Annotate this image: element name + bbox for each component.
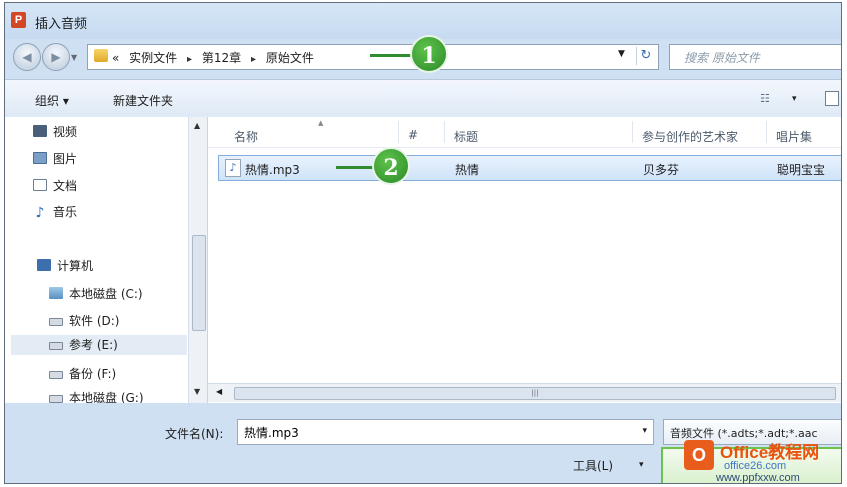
scrollbar-thumb[interactable] [192,235,206,331]
nav-item-label: 备份 (F:) [69,367,117,381]
sort-ascending-icon: ▲ [318,119,324,127]
callout-badge-1: 1 [410,35,448,73]
scrollbar-thumb[interactable]: ||| [234,387,836,400]
scroll-up-icon[interactable]: ▲ [194,121,200,130]
address-bar[interactable]: « 实例文件 ▸ 第12章 ▸ 原始文件 ▼ ↻ [87,44,659,70]
callout-line [370,54,414,57]
new-folder-button[interactable]: 新建文件夹 [113,92,173,109]
view-options-icon[interactable]: ☷ [760,92,774,105]
breadcrumb-item[interactable]: 原始文件 [266,51,314,65]
pictures-library-icon [33,152,47,164]
powerpoint-icon: P [11,12,26,28]
column-header-name[interactable]: 名称 [234,128,258,145]
navigation-scrollbar[interactable]: ▲ ▼ [189,117,208,403]
audio-file-icon: ♪ [225,159,241,177]
nav-item-label: 计算机 [57,259,94,273]
back-button[interactable]: ◀ [13,43,41,71]
dialog-title: 插入音频 [35,17,88,32]
breadcrumb-overflow[interactable]: « [112,51,119,65]
nav-item-drive-d[interactable]: 软件 (D:) [49,312,119,332]
local-disk-icon [49,287,63,299]
preview-pane-icon[interactable] [825,91,839,106]
nav-item-videos[interactable]: 视频 [33,123,77,143]
drive-icon [49,342,63,350]
file-album: 聪明宝宝 [777,163,826,177]
forward-button[interactable]: ▶ [42,43,70,71]
column-header-number[interactable]: # [408,128,418,142]
video-library-icon [33,125,47,137]
column-divider[interactable] [444,121,445,143]
nav-item-label: 软件 (D:) [69,314,120,328]
breadcrumb-item[interactable]: 第12章 [202,51,241,65]
nav-item-label: 本地磁盘 (G:) [69,391,144,403]
column-header-artist[interactable]: 参与创作的艺术家 [642,128,738,145]
nav-item-label: 音乐 [53,205,78,219]
folder-icon [94,49,108,62]
drive-icon [49,395,63,403]
watermark-subtitle: office26.com [724,460,787,472]
organize-button[interactable]: 组织 ▾ [35,92,69,109]
tools-button[interactable]: 工具(L) [573,457,613,474]
view-dropdown-icon[interactable]: ▾ [792,94,797,104]
command-bar: 组织 ▾ 新建文件夹 ☷ ▾ [5,79,841,119]
scroll-left-icon[interactable]: ◀ [216,387,222,396]
browser-area: 视频 图片 文档 ♪ 音乐 计算机 本地磁盘 (C:) 软件 (D:) 参考 (E… [5,117,841,403]
breadcrumb-separator-icon[interactable]: ▸ [187,54,192,65]
forward-arrow-icon: ▶ [51,50,61,64]
back-arrow-icon: ◀ [22,50,32,64]
watermark-url: www.ppfxxw.com [716,472,800,484]
nav-item-pictures[interactable]: 图片 [33,150,77,170]
filename-label: 文件名(N): [165,427,224,441]
nav-item-label: 图片 [53,152,78,166]
nav-item-label: 文档 [53,179,78,193]
search-input[interactable]: 搜索 原始文件 [669,44,841,70]
column-divider[interactable] [632,121,633,143]
tools-dropdown-icon[interactable]: ▾ [639,460,644,470]
drive-icon [49,318,63,326]
drive-icon [49,371,63,379]
nav-item-drive-c[interactable]: 本地磁盘 (C:) [49,285,143,305]
nav-item-computer[interactable]: 计算机 [37,257,93,277]
address-dropdown-icon[interactable]: ▼ [618,49,625,59]
column-headers: ▲ 名称 # 标题 参与创作的艺术家 唱片集 [208,117,841,148]
nav-item-music[interactable]: ♪ 音乐 [33,203,77,223]
breadcrumb-separator-icon[interactable]: ▸ [251,54,256,65]
dialog-footer: 文件名(N): ▾ 音频文件 (*.adts;*.adt;*.aac 工具(L)… [5,403,841,483]
column-divider[interactable] [398,121,399,143]
horizontal-scrollbar[interactable]: ◀ ||| [208,383,841,402]
file-row[interactable]: ♪ 热情.mp3 热情 贝多芬 聪明宝宝 [218,155,841,181]
title-bar: P 插入音频 [5,3,841,39]
nav-item-label: 视频 [53,125,78,139]
music-library-icon: ♪ [35,205,45,221]
watermark-logo-icon: O [684,440,714,470]
nav-item-drive-e[interactable]: 参考 (E:) [11,335,187,355]
column-header-title[interactable]: 标题 [454,128,478,145]
filename-dropdown-icon[interactable]: ▾ [642,426,647,436]
documents-library-icon [33,179,47,191]
nav-item-drive-f[interactable]: 备份 (F:) [49,365,116,385]
nav-item-label: 本地磁盘 (C:) [69,287,143,301]
filename-field[interactable]: ▾ [237,419,654,445]
scroll-down-icon[interactable]: ▼ [194,387,200,396]
callout-line [336,166,376,169]
file-title: 热情 [455,163,480,177]
computer-icon [37,259,51,271]
refresh-icon[interactable]: ↻ [636,47,655,65]
search-placeholder: 搜索 原始文件 [684,51,760,65]
nav-item-label: 参考 (E:) [69,338,118,352]
insert-audio-dialog: P 插入音频 ◀ ▶ ▼ « 实例文件 ▸ 第12章 ▸ 原始文件 ▼ ↻ 搜索… [4,2,842,484]
filename-input[interactable] [242,423,626,441]
file-name: 热情.mp3 [245,163,300,177]
nav-item-drive-g[interactable]: 本地磁盘 (G:) [49,389,144,403]
navigation-pane: 视频 图片 文档 ♪ 音乐 计算机 本地磁盘 (C:) 软件 (D:) 参考 (E… [5,117,189,403]
nav-item-documents[interactable]: 文档 [33,177,77,197]
breadcrumb: « 实例文件 ▸ 第12章 ▸ 原始文件 [112,49,320,66]
callout-badge-2: 2 [372,147,410,185]
file-artist: 贝多芬 [643,163,680,177]
breadcrumb-item[interactable]: 实例文件 [129,51,177,65]
column-divider[interactable] [766,121,767,143]
recent-locations-chevron-icon[interactable]: ▼ [71,53,77,62]
column-header-album[interactable]: 唱片集 [776,128,812,145]
